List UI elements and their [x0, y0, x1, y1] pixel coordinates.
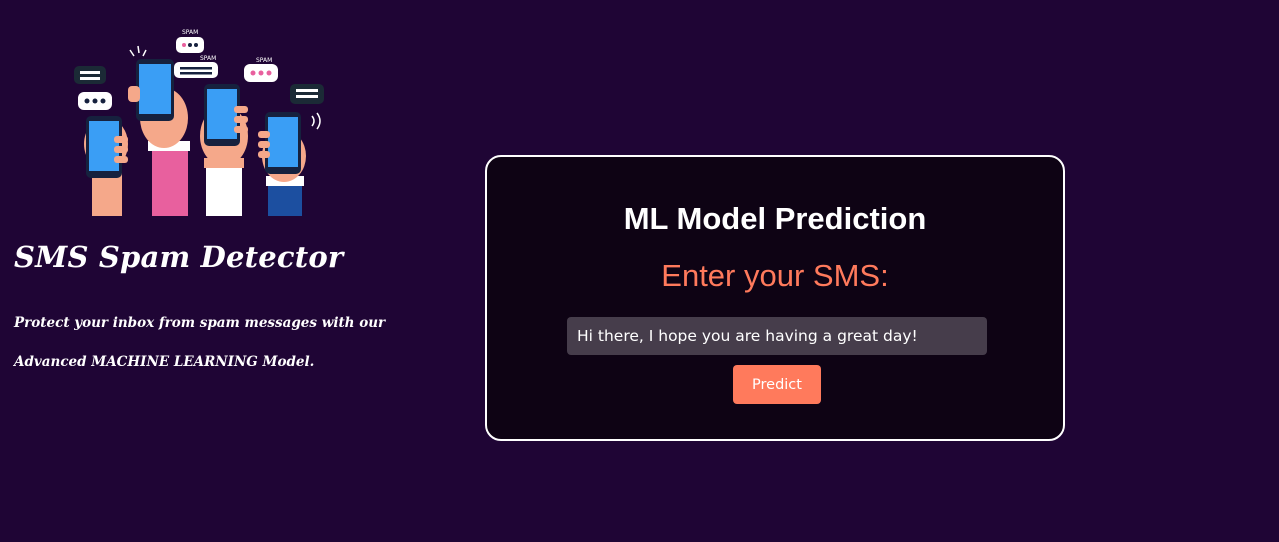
app-title: SMS Spam Detector	[14, 240, 344, 274]
prediction-card: ML Model Prediction Enter your SMS: Pred…	[485, 155, 1065, 441]
spam-bubble-middle-icon: SPAM	[174, 55, 218, 78]
chat-bubble-lines-right-icon	[290, 84, 324, 104]
hands-with-phones-illustration-icon: SPAM SPAM SPAM	[74, 29, 324, 216]
hand-phone-left-icon	[84, 116, 128, 216]
predict-button[interactable]: Predict	[733, 365, 821, 404]
tagline-line-2: Advanced MACHINE LEARNING Model.	[14, 354, 315, 370]
spam-bubble-right-icon: SPAM	[244, 57, 278, 82]
svg-text:SPAM: SPAM	[200, 55, 216, 62]
hand-phone-white-sleeve-icon	[200, 84, 248, 216]
tagline: Protect your inbox from spam messages wi…	[14, 304, 454, 382]
spam-bubble-top-icon: SPAM	[176, 29, 204, 53]
hand-phone-blue-sleeve-icon	[258, 112, 306, 216]
page: SPAM SPAM SPAM SMS Spam Detector Protect…	[0, 0, 1279, 542]
sms-prompt-label: Enter your SMS:	[661, 258, 889, 293]
card-title: ML Model Prediction	[623, 201, 927, 236]
tagline-line-1: Protect your inbox from spam messages wi…	[14, 315, 386, 331]
hand-phone-pink-sleeve-icon	[128, 59, 190, 216]
chat-bubble-dots-left-icon	[78, 92, 112, 110]
sms-input[interactable]	[567, 317, 987, 355]
svg-text:SPAM: SPAM	[182, 29, 198, 36]
svg-text:SPAM: SPAM	[256, 57, 272, 64]
chat-bubble-lines-left-icon	[74, 66, 106, 84]
